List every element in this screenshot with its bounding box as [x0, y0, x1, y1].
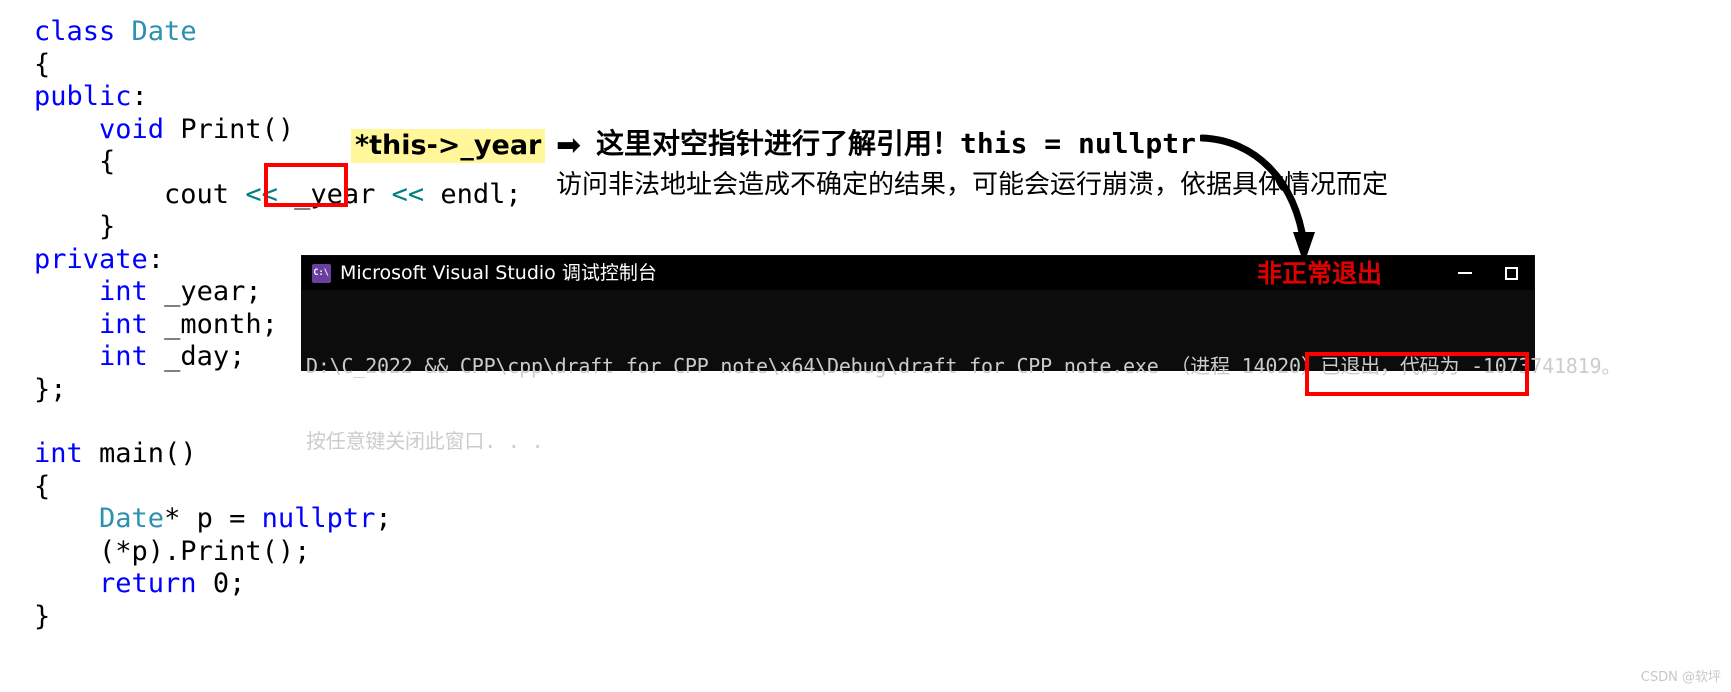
code-line: { [34, 471, 392, 504]
code-token: ; [375, 503, 392, 534]
code-line: } [34, 601, 392, 634]
code-token: _month; [147, 308, 278, 340]
code-token: }; [34, 373, 67, 405]
annotation-line-2: 访问非法地址会造成不确定的结果，可能会运行崩溃，依据具体情况而定 [556, 170, 1389, 200]
code-token: endl; [424, 178, 522, 210]
console-app-icon-label: C:\ [313, 267, 330, 278]
code-token: int [34, 438, 83, 469]
code-line: (*p).Print(); [34, 536, 392, 569]
code-token: _year; [147, 276, 262, 307]
code-token: return [99, 568, 197, 599]
code-token: Print() [164, 113, 295, 145]
code-token: Date [99, 503, 165, 534]
code-line: public: [34, 81, 522, 114]
code-line: return 0; [34, 568, 392, 601]
maximize-button[interactable] [1488, 256, 1534, 290]
code-line: class Date [34, 16, 522, 49]
code-line: int main() [34, 438, 392, 471]
console-output-line-1: D:\C_2022 && CPP\cpp\draft for CPP note\… [306, 354, 1622, 378]
maximize-icon [1504, 266, 1518, 280]
code-token: : [147, 243, 165, 275]
console-output[interactable]: D:\C_2022 && CPP\cpp\draft for CPP note\… [302, 290, 1622, 529]
code-token: private [34, 243, 148, 275]
abnormal-exit-note: 非正常退出 [1256, 259, 1382, 288]
code-token: } [34, 211, 116, 242]
code-token: cout [34, 178, 246, 210]
code-token: _year [277, 178, 392, 210]
code-token: int [99, 308, 148, 340]
console-app-icon: C:\ [312, 263, 331, 283]
right-arrow-icon: ➡ [556, 128, 582, 163]
code-token: _day; [147, 341, 246, 372]
code-token: nullptr [261, 503, 376, 534]
code-block-main: int main(){ Date* p = nullptr; (*p).Prin… [34, 438, 392, 633]
code-token: * p = [164, 503, 262, 534]
code-token: { [34, 146, 116, 177]
watermark: CSDN @软坪 [1640, 670, 1721, 685]
code-token: : [131, 81, 148, 112]
code-line: { [34, 49, 522, 82]
code-token: (*p).Print(); [34, 535, 311, 567]
code-token: main() [82, 438, 197, 469]
code-line: Date* p = nullptr; [34, 503, 392, 536]
code-line: cout << _year << endl; [34, 179, 522, 212]
code-line: } [34, 211, 522, 244]
curved-arrow-icon [1200, 134, 1315, 264]
code-token: { [34, 48, 51, 80]
code-token: class [34, 16, 132, 47]
code-token: } [34, 600, 51, 632]
code-token: void [99, 113, 165, 145]
code-token: 0; [196, 568, 246, 599]
code-token: int [99, 341, 148, 372]
minimize-button[interactable] [1442, 256, 1488, 290]
code-token: Date [131, 16, 197, 47]
code-token: << [391, 178, 425, 210]
code-token: { [34, 470, 51, 502]
console-title: Microsoft Visual Studio 调试控制台 [340, 262, 657, 284]
window-controls [1442, 256, 1534, 290]
console-output-line-2: 按任意键关闭此窗口. . . [306, 429, 544, 453]
highlighted-expression: *this->_year [351, 129, 546, 163]
minimize-icon [1458, 272, 1472, 274]
code-token: int [99, 276, 148, 307]
code-token: << [245, 178, 278, 210]
code-token: public [34, 81, 132, 112]
console-titlebar[interactable]: C:\ Microsoft Visual Studio 调试控制台 非正常退出 [302, 256, 1534, 290]
console-window[interactable]: C:\ Microsoft Visual Studio 调试控制台 非正常退出 … [302, 256, 1621, 453]
annotation-line-1: 这里对空指针进行了解引用！this = nullptr [596, 127, 1197, 160]
